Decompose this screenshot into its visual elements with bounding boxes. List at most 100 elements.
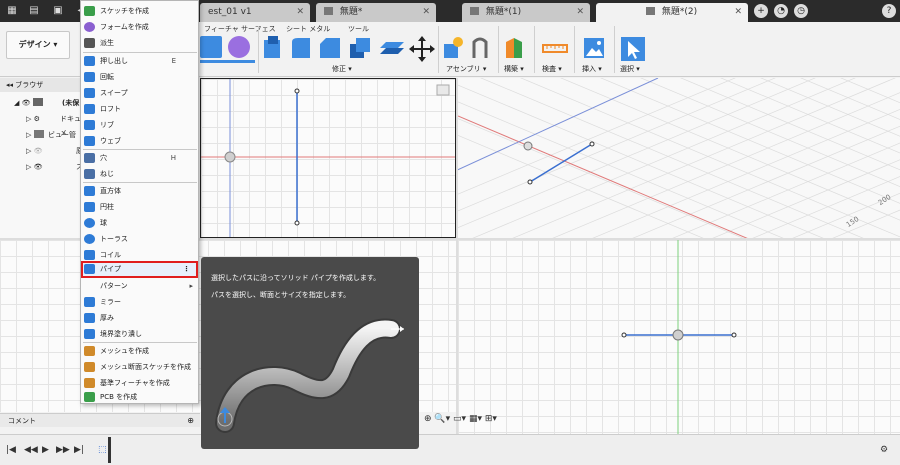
top-viewport[interactable] [200,78,456,238]
menu-item-sweep[interactable]: スイープ [81,85,198,101]
collapse-icon[interactable]: ◂◂ [6,81,13,89]
add-comment-icon[interactable]: ⊕ [187,414,194,428]
insert-group-label[interactable]: 挿入 ▾ [582,64,602,74]
more-options-icon[interactable]: ⋮ [183,261,190,277]
tab-tools[interactable]: ツール [348,24,369,34]
grid-settings-icon[interactable]: ▦▾ [469,414,482,424]
measure-icon[interactable] [542,36,568,60]
tree-item-document-settings[interactable]: ▷ ⚙ ドキュメ [0,112,82,137]
timeline-settings-icon[interactable]: ⚙ [880,445,888,455]
tree-item-root[interactable]: ◢ 👁 (未保 [0,96,82,110]
menu-item-extrude[interactable]: 押し出し E [81,53,198,69]
tab-sheet-metal[interactable]: シート メタル [286,24,330,34]
data-panel-icon[interactable]: ▦ [4,3,20,19]
right-viewport[interactable] [458,240,900,434]
fillet-icon[interactable] [292,38,310,58]
tree-item-origin[interactable]: ▷ 👁 原 [0,144,83,158]
close-icon[interactable]: ✕ [734,3,742,22]
expand-icon[interactable]: ▷ [26,147,31,155]
tab-surface[interactable]: フィーチャ サーフェス [204,24,276,34]
select-icon[interactable] [620,36,646,62]
sketch-feature-icon[interactable]: ⬚ [98,445,107,455]
menu-item-rib[interactable]: リブ [81,117,198,133]
perspective-viewport[interactable]: 200 150 [458,78,900,239]
comments-panel[interactable]: コメント ⊕ [0,413,200,427]
menu-item-hole[interactable]: 穴H [81,150,198,166]
menu-item-cylinder[interactable]: 円柱 [81,199,198,215]
menu-item-revolve[interactable]: 回転 [81,69,198,85]
new-tab-icon[interactable]: + [754,4,768,18]
eye-icon[interactable]: 👁 [34,147,43,155]
viewports-icon[interactable]: ⊞▾ [485,414,497,424]
menu-item-loft[interactable]: ロフト [81,101,198,117]
chamfer-icon[interactable] [320,38,340,58]
menu-item-web[interactable]: ウェブ [81,133,198,149]
close-icon[interactable]: ✕ [576,3,584,22]
tab-document-1[interactable]: est_01 v1 ✕ [200,3,310,22]
shell-icon[interactable] [350,38,370,58]
menu-item-mesh-section-sketch[interactable]: メッシュ断面スケッチを作成 [81,359,198,375]
menu-item-create-mesh[interactable]: メッシュを作成 [81,343,198,359]
menu-item-sphere[interactable]: 球 [81,215,198,231]
collapse-triangle-icon[interactable]: ◢ [14,99,19,107]
go-to-end-icon[interactable]: ▶| [74,445,84,455]
menu-item-create-form[interactable]: フォームを作成 [81,19,198,35]
move-icon[interactable] [409,36,435,62]
close-icon[interactable]: ✕ [422,3,430,22]
close-icon[interactable]: ✕ [296,3,304,22]
menu-item-pattern[interactable]: パターン ▸ [81,278,198,294]
inspect-group-label[interactable]: 検査 ▾ [542,64,562,74]
plane-icon[interactable] [504,36,528,60]
box-icon [84,186,95,196]
zoom-icon[interactable]: ⊕ [424,414,432,424]
timeline-marker[interactable] [108,437,111,463]
play-icon[interactable]: ▶ [42,445,49,455]
menu-item-box[interactable]: 直方体 [81,183,198,199]
modify-group-label[interactable]: 修正 ▾ [332,64,352,74]
file-menu-icon[interactable]: ▤ [26,3,42,19]
menu-item-create-sketch[interactable]: スケッチを作成 [81,3,198,19]
tree-label: (未保 [62,99,80,107]
zoom-window-icon[interactable]: 🔍▾ [434,414,450,424]
construct-group-label[interactable]: 構築 ▾ [504,64,524,74]
job-status-icon[interactable]: ◔ [774,4,788,18]
clock-icon[interactable]: ◷ [794,4,808,18]
sketch-tool-icon[interactable] [200,36,222,58]
menu-item-torus[interactable]: トーラス [81,231,198,247]
form-icon [84,22,95,32]
menu-item-derive[interactable]: 派生 [81,35,198,51]
select-group-label[interactable]: 選択 ▾ [620,64,640,74]
tab-document-3[interactable]: 無題*(1) ✕ [462,3,590,22]
form-tool-icon[interactable] [228,36,250,58]
eye-icon[interactable]: 👁 [22,99,31,107]
menu-item-pipe[interactable]: パイプ ⋮ [81,261,198,278]
workspace-switcher-button[interactable]: デザイン ▾ [6,31,70,59]
viewport-splitter[interactable] [456,78,458,434]
expand-icon[interactable]: ▷ [26,115,31,123]
tree-item-sketches[interactable]: ▷ 👁 ス [0,160,83,174]
tab-document-2[interactable]: 無題* ✕ [316,3,436,22]
expand-icon[interactable]: ▷ [26,131,31,139]
menu-item-mirror[interactable]: ミラー [81,294,198,310]
step-back-icon[interactable]: ◀◀ [24,445,38,455]
divider [258,26,259,73]
menu-item-boundary-fill[interactable]: 境界塗り潰し [81,326,198,342]
insert-image-icon[interactable] [582,36,606,60]
joint-icon[interactable] [472,37,488,58]
assemble-group-label[interactable]: アセンブリ ▾ [446,64,486,74]
step-forward-icon[interactable]: ▶▶ [56,445,70,455]
tree-item-named-views[interactable]: ▷ ビュー管 [0,128,82,142]
display-settings-icon[interactable]: ▭▾ [453,414,466,424]
press-pull-icon[interactable] [264,36,280,58]
menu-item-create-pcb[interactable]: PCB を作成 [81,389,198,405]
save-icon[interactable]: ▣ [50,3,66,19]
eye-icon[interactable]: 👁 [34,163,43,171]
help-icon[interactable]: ? [882,4,896,18]
combine-icon[interactable] [380,42,404,54]
go-to-start-icon[interactable]: |◀ [6,445,16,455]
expand-icon[interactable]: ▷ [26,163,31,171]
new-component-icon[interactable] [444,37,463,58]
tab-document-active[interactable]: 無題*(2) ✕ [596,3,748,22]
menu-item-thread[interactable]: ねじ [81,166,198,182]
menu-item-thicken[interactable]: 厚み [81,310,198,326]
